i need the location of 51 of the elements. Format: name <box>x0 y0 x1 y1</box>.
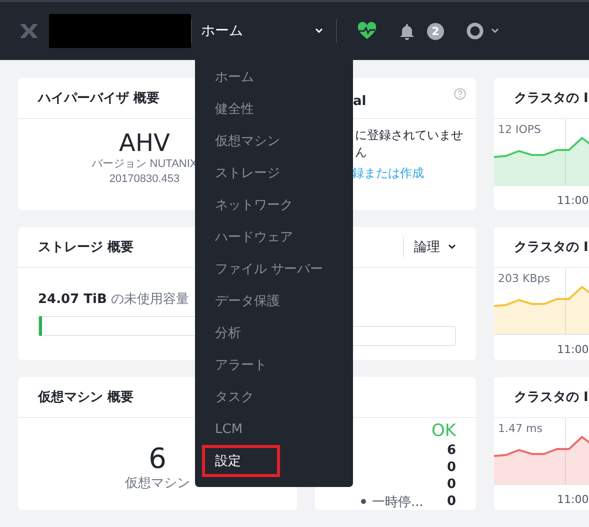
chart-reading: 12 IOPS <box>498 123 542 136</box>
hypervisor-name: AHV <box>119 129 170 157</box>
version-text: バージョン NUTANIX <box>92 157 198 172</box>
axis-label: 11:00 <box>557 194 589 207</box>
notification-badge: 2 <box>427 22 444 40</box>
card-title: ストレージ 概要 <box>38 239 134 256</box>
menu-item[interactable]: アラート <box>195 349 353 381</box>
status-text: OK <box>431 420 456 442</box>
menu-item[interactable]: タスク <box>195 381 353 413</box>
chevron-icon <box>448 244 456 250</box>
card-title: 仮想マシン 概要 <box>38 389 134 406</box>
card-title: ハイパーバイザ 概要 <box>38 90 160 107</box>
nav-dropdown[interactable]: ホーム <box>201 22 323 40</box>
message-text: に登録されていません <box>355 127 464 161</box>
menu-item[interactable]: ハードウェア <box>195 221 353 253</box>
status-label: 一時停... <box>372 494 424 510</box>
chart-reading: 203 KBps <box>498 272 550 285</box>
menu-item[interactable]: ホーム <box>195 61 353 93</box>
logo-icon[interactable] <box>20 24 38 38</box>
menu-item[interactable]: 分析 <box>195 317 353 349</box>
register-link[interactable]: 録または作成 <box>352 165 466 182</box>
vm-count-label: 仮想マシン <box>125 475 190 490</box>
menu-item[interactable]: LCM <box>195 413 353 445</box>
chevron-icon <box>315 28 323 34</box>
card-title: al <box>353 94 366 109</box>
bell-icon[interactable] <box>399 22 415 40</box>
menu-item[interactable]: ファイル サーバー <box>195 253 353 285</box>
menu-item[interactable]: 健全性 <box>195 93 353 125</box>
status-count: 0 <box>446 477 456 492</box>
menu-item[interactable]: ネットワーク <box>195 189 353 221</box>
menu-item[interactable]: 仮想マシン <box>195 125 353 157</box>
chevron-icon[interactable] <box>491 28 499 34</box>
card-title: クラスタの I <box>514 239 588 256</box>
status-count: 0 <box>446 494 456 509</box>
chart-reading: 1.47 ms <box>498 422 542 435</box>
axis-label: 11:00 <box>557 343 589 356</box>
menu-item[interactable]: ストレージ <box>195 157 353 189</box>
status-count: 6 <box>446 443 456 458</box>
view-dropdown[interactable]: 論理 <box>403 237 462 257</box>
axis-label: 11:00 <box>557 493 589 506</box>
status-count: 0 <box>446 460 456 475</box>
menu-item[interactable]: データ保護 <box>195 285 353 317</box>
card-title: クラスタの I <box>514 389 588 406</box>
menu-item[interactable]: 設定 <box>202 445 280 477</box>
vm-count: 6 <box>148 442 166 475</box>
card-title: クラスタの I <box>514 90 588 107</box>
free-capacity-text: 24.07 TiB の未使用容量 <box>38 291 190 308</box>
heart-icon[interactable] <box>357 22 377 40</box>
status-dot <box>361 499 366 504</box>
user-icon[interactable] <box>466 22 484 40</box>
build-number: 20170830.453 <box>109 172 180 187</box>
